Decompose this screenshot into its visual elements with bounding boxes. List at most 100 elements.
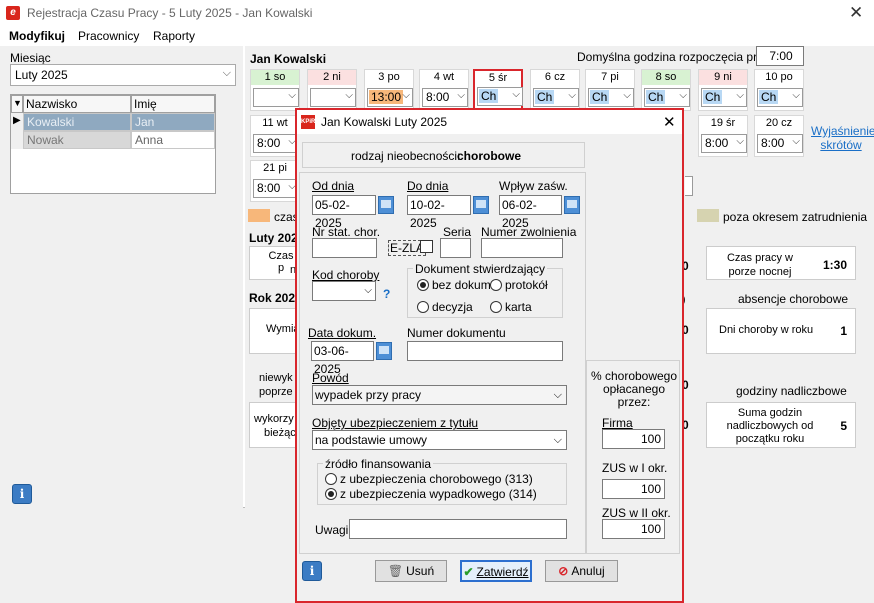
pct-label: % chorobowego opłacanego przez: (590, 369, 678, 409)
dialog-title-bar: KPiR Jan Kowalski Luty 2025 ✕ (297, 110, 682, 134)
day-10-select[interactable]: Ch ⌵ (757, 88, 803, 107)
day-10: 10 po Ch ⌵ (754, 69, 804, 111)
radio-zrodlo-314[interactable] (325, 488, 337, 500)
day-7-select[interactable]: Ch ⌵ (588, 88, 634, 107)
menu-pracownicy[interactable]: Pracownicy (78, 29, 139, 43)
column-name[interactable]: Imię (131, 95, 215, 113)
employee-name: Jan Kowalski (250, 52, 327, 66)
do-dnia-input[interactable]: 10-02-2025 (407, 195, 471, 230)
day-2-select[interactable]: ⌵ (310, 88, 356, 107)
day-6: 6 cz Ch ⌵ (530, 69, 580, 111)
nr-stat-input[interactable] (312, 238, 377, 258)
day-19-select[interactable]: 8:00 ⌵ (701, 134, 747, 153)
calendar-icon[interactable] (564, 196, 580, 214)
summary-box-left: Czas p n (249, 246, 299, 280)
legend-poza: poza okresem zatrudnienia (723, 210, 868, 224)
menu-bar: Modyfikuj Pracownicy Raporty (0, 26, 874, 46)
day-8: 8 so Ch ⌵ (641, 69, 691, 111)
day-5-select[interactable]: Ch ⌵ (477, 87, 523, 106)
confirm-button[interactable]: ✔ Zatwierdź (460, 560, 532, 582)
chevron-down-icon: ⌵ (553, 389, 562, 401)
column-surname[interactable]: Nazwisko (23, 95, 131, 113)
checkmark-icon: ✔ (463, 565, 474, 579)
kod-choroby-select[interactable]: ⌵ (312, 281, 376, 301)
day-20: 20 cz 8:00 ⌵ (754, 115, 804, 157)
powod-label: Powód (312, 371, 349, 385)
table-row-surname[interactable]: Kowalski (23, 113, 131, 131)
day-6-select[interactable]: Ch ⌵ (533, 88, 579, 107)
uwagi-input[interactable] (349, 519, 567, 539)
day-1-select[interactable]: ⌵ (253, 88, 299, 107)
document-group-label: Dokument stwierdzający (413, 262, 548, 276)
close-icon[interactable]: ✕ (849, 3, 863, 23)
overtime-box: Suma godzin nadliczbowych od początku ro… (706, 402, 856, 448)
day-8-select[interactable]: Ch ⌵ (644, 88, 690, 107)
delete-button[interactable]: 🗑 Usuń (375, 560, 447, 582)
title-bar: e Rejestracja Czasu Pracy - 5 Luty 2025 … (0, 0, 874, 26)
day-20-select[interactable]: 8:00 ⌵ (757, 134, 803, 153)
zus2-input[interactable]: 100 (602, 519, 665, 539)
data-dokum-input[interactable]: 03-06-2025 (311, 341, 374, 376)
help-icon[interactable]: ? (383, 287, 390, 301)
left-panel: Miesiąc Luty 2025 ⌵ ▼ Nazwisko Imię ▶ Ko… (0, 46, 243, 508)
table-row-name[interactable]: Anna (131, 131, 215, 149)
day-3-select[interactable]: 13:00 ⌵ (367, 88, 413, 107)
calendar-icon[interactable] (378, 196, 394, 214)
powod-select[interactable]: wypadek przy pracy ⌵ (312, 385, 567, 405)
radio-decyzja[interactable] (417, 301, 429, 313)
firma-input[interactable]: 100 (602, 429, 665, 449)
firma-label: Firma (602, 416, 633, 430)
financing-label: źródło finansowania (323, 457, 434, 471)
wplyw-label: Wpływ zaśw. (499, 179, 568, 193)
objety-select[interactable]: na podstawie umowy ⌵ (312, 430, 567, 450)
day-2: 2 ni ⌵ (307, 69, 357, 111)
day-3: 3 po 13:00 ⌵ (364, 69, 414, 111)
kod-choroby-label: Kod choroby (312, 268, 380, 282)
absence-header: absencje chorobowe (738, 292, 849, 306)
wplyw-input[interactable]: 06-02-2025 (499, 195, 562, 230)
day-19: 19 śr 8:00 ⌵ (698, 115, 748, 157)
chevron-down-icon: ⌵ (222, 67, 231, 79)
zus2-label: ZUS w II okr. (602, 506, 671, 520)
table-row-name[interactable]: Jan (131, 113, 215, 131)
zus1-input[interactable]: 100 (602, 479, 665, 499)
calendar-icon[interactable] (376, 342, 392, 360)
numer-zwolnienia-label: Numer zwolnienia (481, 225, 577, 239)
section-month: Luty 202 (249, 231, 298, 245)
row-pointer-icon: ▶ (11, 113, 23, 131)
od-dnia-input[interactable]: 05-02-2025 (312, 195, 376, 230)
radio-bez-dokum[interactable] (417, 279, 429, 291)
explain-link[interactable]: Wyjaśnienie skrótów (811, 124, 874, 152)
day-21-select[interactable]: 8:00 ⌵ (253, 179, 299, 198)
month-select[interactable]: Luty 2025 ⌵ (10, 64, 236, 86)
section-year: Rok 202 (249, 291, 296, 305)
ezla-checkbox[interactable] (420, 240, 433, 253)
day-11-select[interactable]: 8:00 ⌵ (253, 134, 299, 153)
dialog-close-icon[interactable]: ✕ (663, 113, 676, 131)
seria-input[interactable] (440, 238, 471, 258)
radio-protokol[interactable] (490, 279, 502, 291)
day-5: 5 śr Ch ⌵ (473, 69, 523, 111)
cancel-button[interactable]: ⊘ Anuluj (545, 560, 618, 582)
table-row-surname[interactable]: Nowak (23, 131, 131, 149)
default-start-input[interactable]: 7:00 (756, 46, 804, 66)
day-9-select[interactable]: Ch ⌵ (701, 88, 747, 107)
absence-type-box: rodzaj nieobecności: chorobowe (302, 142, 585, 168)
radio-zrodlo-313[interactable] (325, 473, 337, 485)
day-4-select[interactable]: 8:00 ⌵ (422, 88, 468, 107)
info-icon[interactable]: i (12, 484, 32, 504)
calendar-icon[interactable] (473, 196, 489, 214)
trash-icon: 🗑 (387, 564, 404, 578)
app-logo-icon: e (6, 6, 20, 20)
default-start-label: Domyślna godzina rozpoczęcia pracy: (577, 50, 780, 64)
radio-karta[interactable] (490, 301, 502, 313)
info-icon[interactable]: i (302, 561, 322, 581)
numer-dokumentu-input[interactable] (407, 341, 563, 361)
menu-modyfikuj[interactable]: Modyfikuj (9, 29, 65, 43)
employee-grid: ▼ Nazwisko Imię ▶ Kowalski Jan Nowak Ann… (10, 94, 216, 194)
menu-raporty[interactable]: Raporty (153, 29, 195, 43)
numer-zwolnienia-input[interactable] (481, 238, 563, 258)
seria-label: Seria (443, 225, 472, 239)
zus1-label: ZUS w I okr. (602, 461, 668, 475)
day-11: 11 wt 8:00 ⌵ (250, 115, 300, 157)
